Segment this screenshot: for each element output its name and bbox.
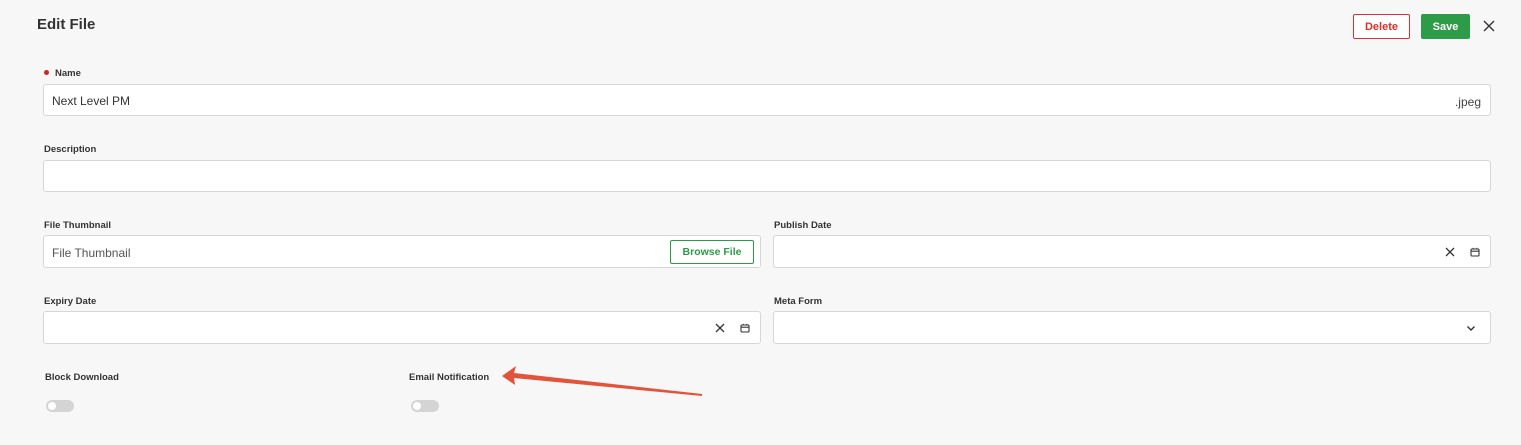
email-notification-toggle[interactable] bbox=[411, 400, 439, 412]
chevron-down-icon[interactable] bbox=[1464, 321, 1478, 335]
publish-date-label: Publish Date bbox=[774, 220, 832, 231]
meta-form-select[interactable] bbox=[773, 311, 1491, 344]
file-thumbnail-label: File Thumbnail bbox=[44, 220, 112, 231]
clear-icon[interactable] bbox=[713, 321, 727, 335]
expiry-date-field[interactable] bbox=[43, 311, 761, 344]
name-value: Next Level PM bbox=[52, 94, 131, 108]
toggle-knob bbox=[413, 402, 421, 410]
meta-form-label: Meta Form bbox=[774, 296, 823, 307]
description-label: Description bbox=[44, 144, 97, 155]
expiry-date-label: Expiry Date bbox=[44, 296, 97, 307]
file-extension: .jpeg bbox=[1454, 95, 1481, 109]
save-button[interactable]: Save bbox=[1421, 14, 1470, 39]
browse-file-button[interactable]: Browse File bbox=[670, 240, 754, 264]
name-field[interactable]: Next Level PM .jpeg bbox=[43, 84, 1491, 116]
page-title: Edit File bbox=[37, 16, 96, 33]
publish-date-field[interactable] bbox=[773, 235, 1491, 268]
file-thumbnail-placeholder: File Thumbnail bbox=[52, 246, 131, 260]
block-download-label: Block Download bbox=[45, 372, 119, 383]
block-download-toggle[interactable] bbox=[46, 400, 74, 412]
calendar-icon[interactable] bbox=[738, 321, 752, 335]
name-label: Name bbox=[44, 68, 81, 79]
annotation-arrow bbox=[502, 366, 702, 396]
clear-icon[interactable] bbox=[1443, 245, 1457, 259]
calendar-icon[interactable] bbox=[1468, 245, 1482, 259]
delete-button[interactable]: Delete bbox=[1353, 14, 1410, 39]
required-indicator bbox=[44, 70, 49, 75]
toggle-knob bbox=[48, 402, 56, 410]
email-notification-label: Email Notification bbox=[409, 372, 490, 383]
name-label-text: Name bbox=[55, 68, 81, 79]
file-thumbnail-field[interactable]: File Thumbnail Browse File bbox=[43, 235, 761, 268]
description-field[interactable] bbox=[43, 160, 1491, 192]
close-icon[interactable] bbox=[1480, 17, 1498, 35]
